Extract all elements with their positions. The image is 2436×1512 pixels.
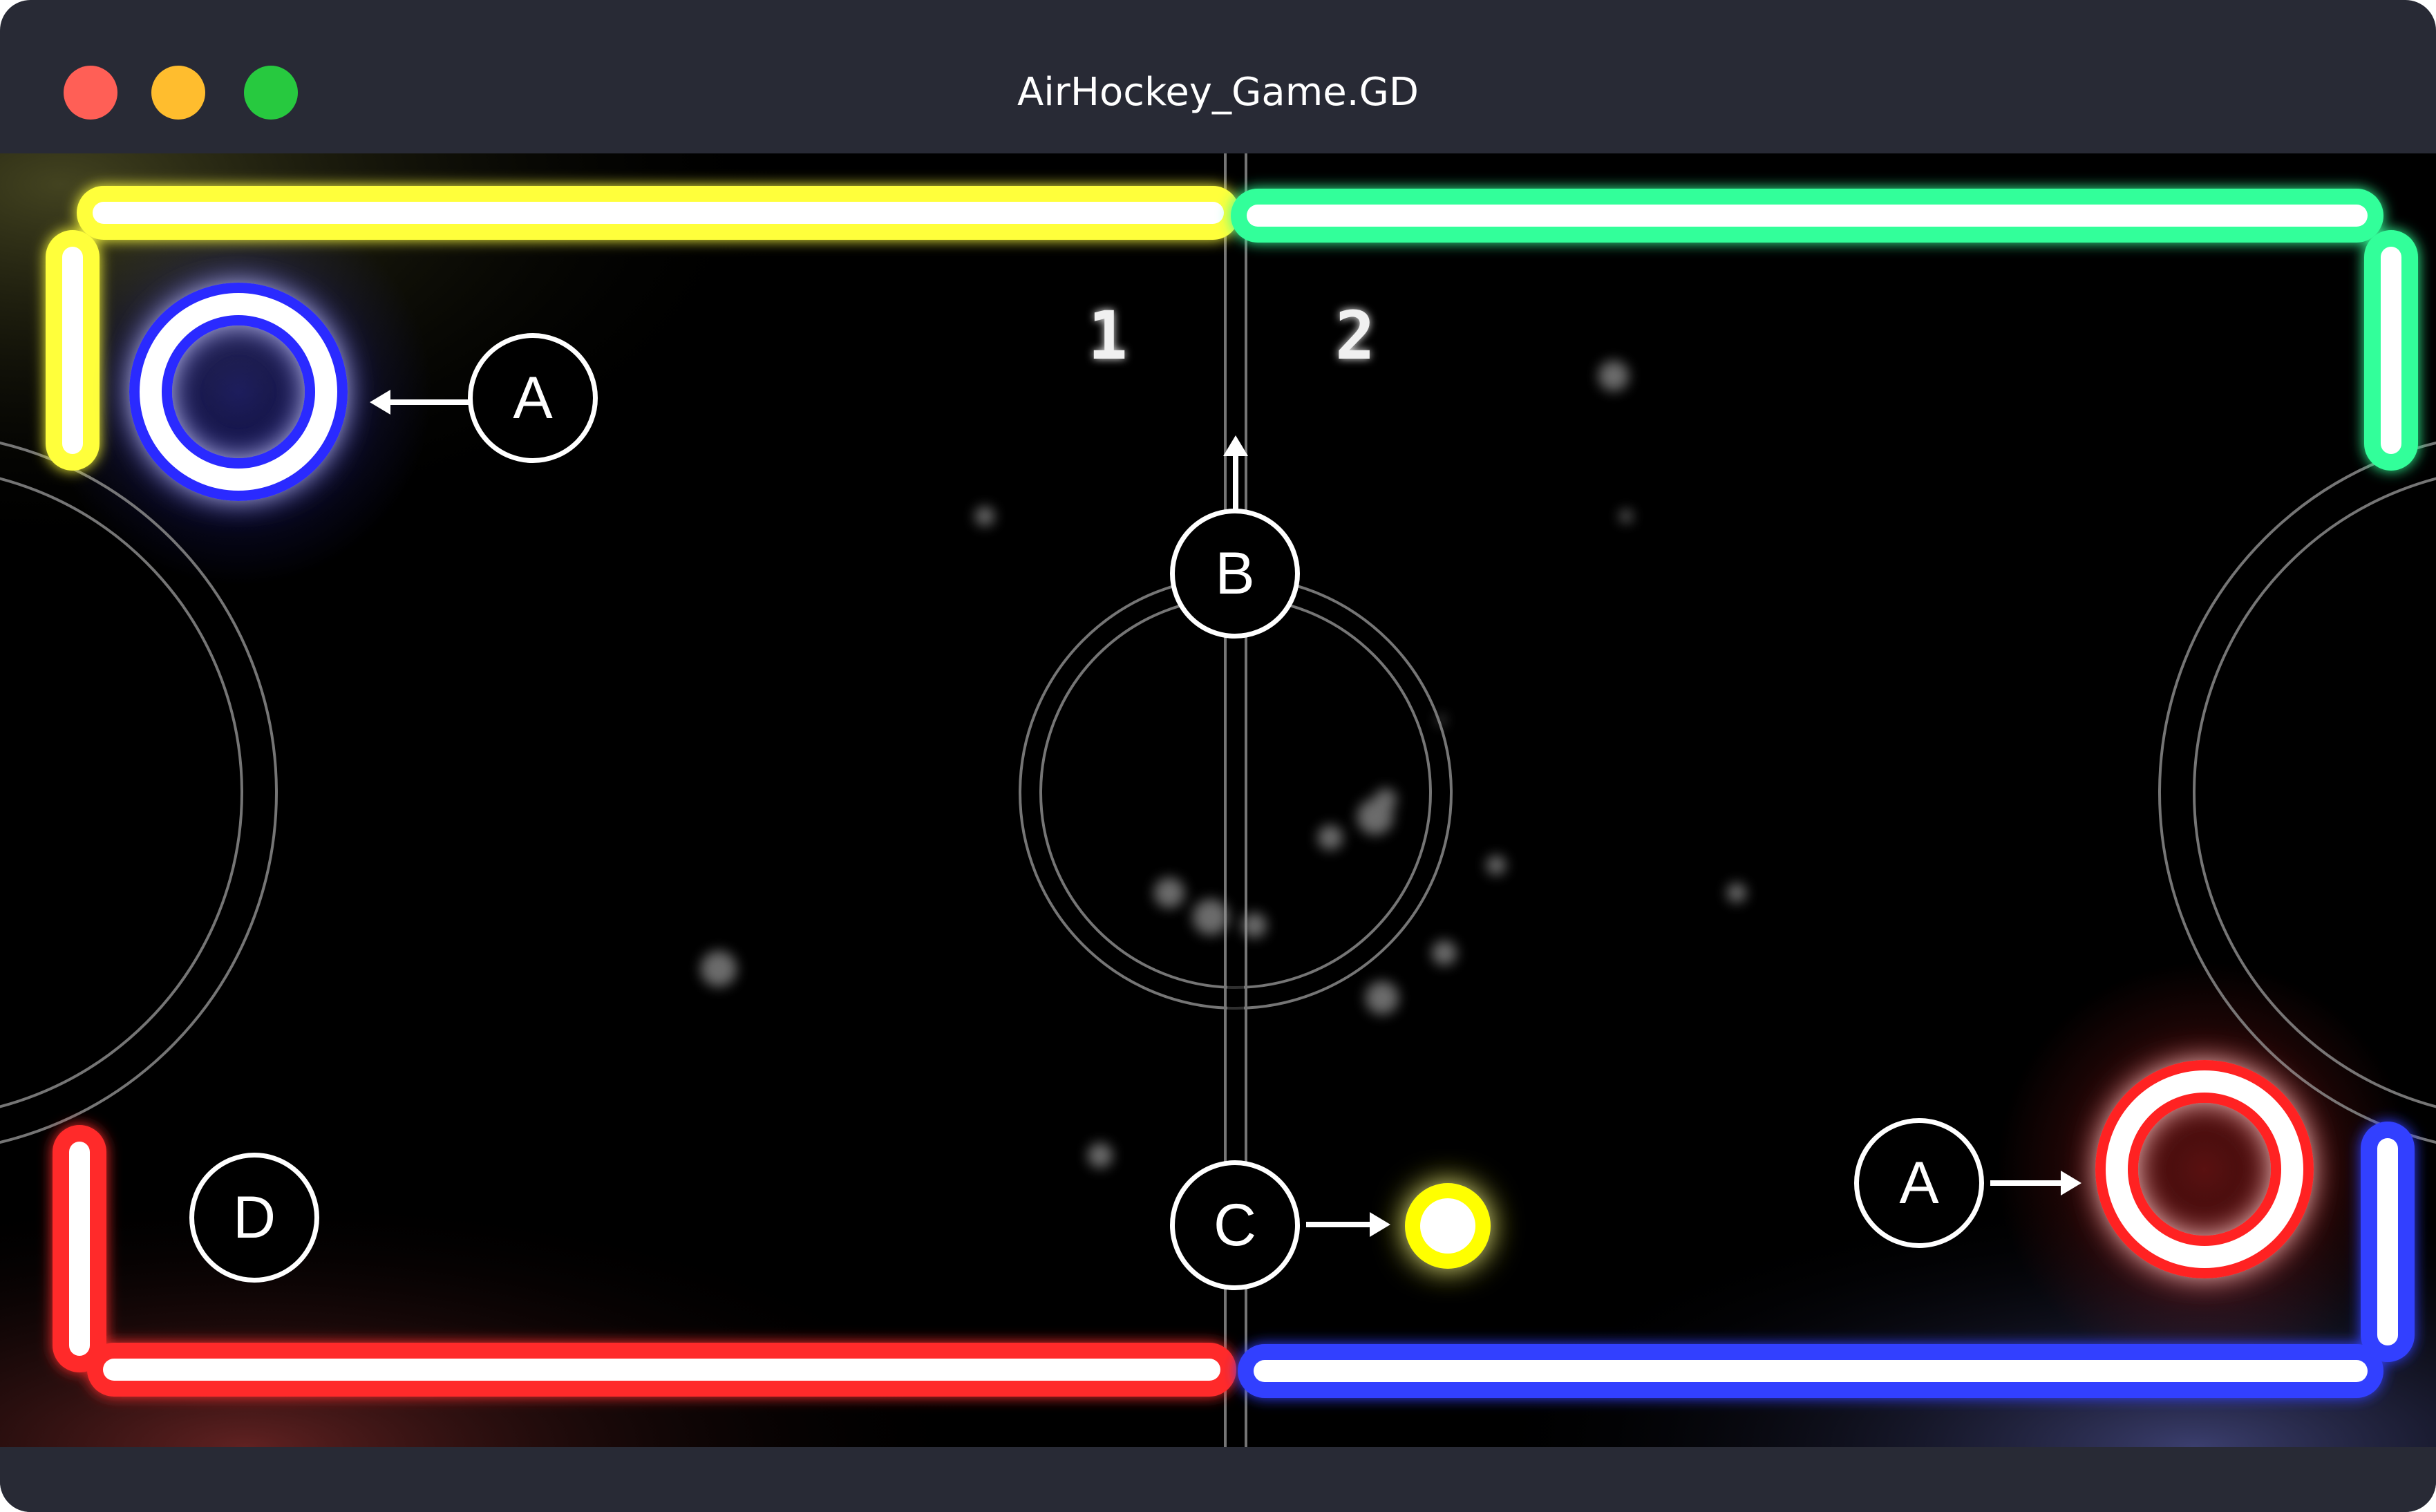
window-bottom-bar: [0, 1447, 2436, 1512]
particle: [1727, 883, 1746, 903]
particle: [1620, 510, 1632, 522]
window-title: AirHockey_Game.GD: [1017, 70, 1419, 115]
particle: [701, 951, 737, 987]
particle: [1318, 825, 1343, 850]
puck: [1405, 1183, 1491, 1269]
particle: [1432, 941, 1457, 965]
title-bar[interactable]: AirHockey_Game.GD: [0, 0, 2436, 153]
halo-red-mallet: [1997, 962, 2412, 1377]
particle: [1193, 899, 1229, 935]
callout-puck: C: [1170, 1160, 1300, 1290]
arrow-head-center: [1223, 435, 1248, 456]
particle: [1598, 361, 1629, 391]
particle: [1375, 788, 1397, 811]
wall-top-right: [1231, 189, 2418, 471]
callout-mallet-left: A: [468, 333, 598, 463]
particle: [975, 507, 994, 526]
score-player2: 2: [1335, 297, 1375, 375]
particle: [1437, 716, 1445, 724]
particle: [1088, 1143, 1113, 1168]
score-player1: 1: [1088, 297, 1128, 375]
callout-wall: D: [189, 1153, 319, 1283]
air-hockey-table[interactable]: 1 2 A B C A D: [0, 153, 2436, 1447]
callout-mallet-right: A: [1854, 1118, 1984, 1248]
callout-center-line: B: [1170, 509, 1300, 639]
particle: [1242, 913, 1267, 938]
particle: [1366, 981, 1399, 1014]
particle: [1486, 856, 1506, 875]
game-window: AirHockey_Game.GD 1 2 A B C A D: [0, 0, 2436, 1512]
particle: [1154, 878, 1184, 908]
